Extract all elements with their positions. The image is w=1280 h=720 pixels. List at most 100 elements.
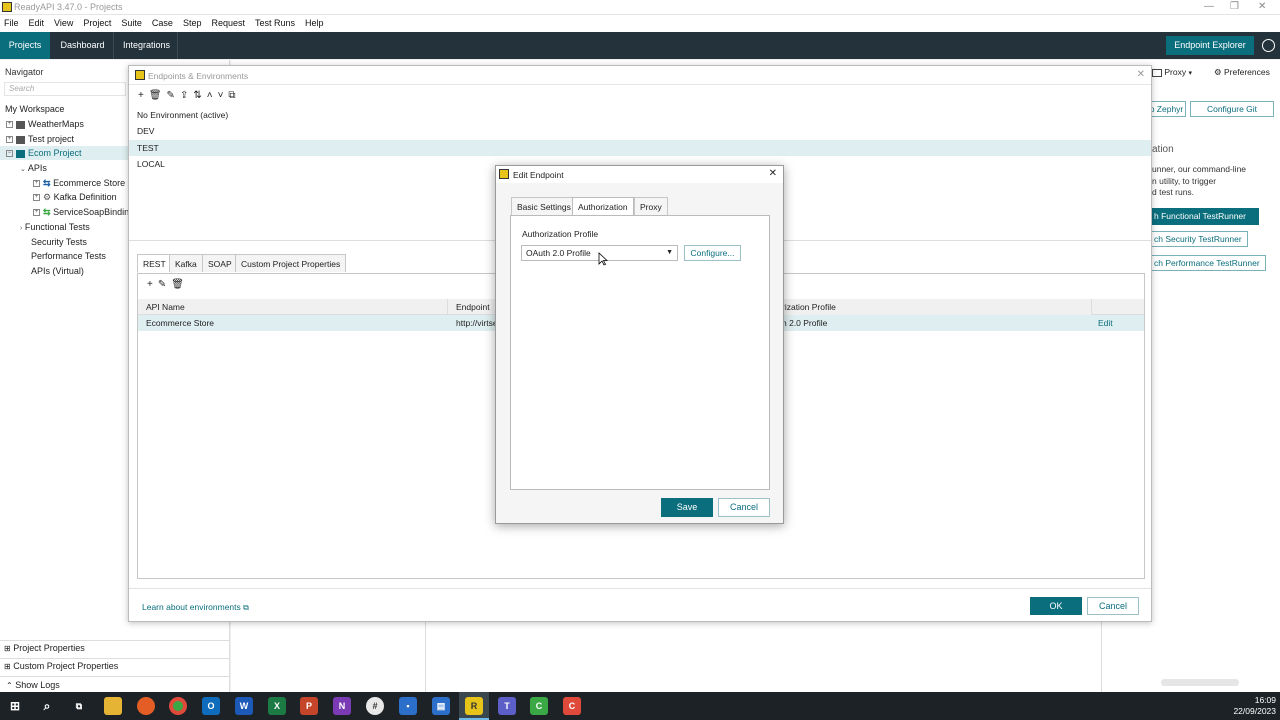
dialog-title: Endpoints & Environments [148, 71, 249, 81]
copy-icon[interactable]: ⧉ [228, 90, 240, 101]
user-account-icon[interactable] [1262, 39, 1275, 52]
expand-icon[interactable]: + [33, 194, 40, 202]
sort-icon[interactable]: ⇅ [193, 90, 206, 101]
app-icon[interactable]: ▤ [432, 697, 450, 715]
column-authorization-profile[interactable]: rization Profile [782, 299, 1092, 315]
navigator-search-input[interactable]: Search [4, 82, 126, 96]
configure-git-button[interactable]: Configure Git [1190, 101, 1274, 117]
menu-view[interactable]: View [49, 15, 78, 32]
tab-custom-project-properties[interactable]: Custom Project Properties [235, 254, 347, 272]
tab-dashboard[interactable]: Dashboard [52, 32, 114, 59]
menu-file[interactable]: File [0, 15, 24, 32]
configure-button[interactable]: Configure... [684, 245, 741, 261]
word-icon[interactable]: W [235, 697, 253, 715]
cancel-button[interactable]: Cancel [718, 498, 770, 517]
teams-icon[interactable]: T [498, 697, 516, 715]
delete-icon[interactable]: 🗑 [149, 90, 167, 101]
tree-api-soap[interactable]: + ⇆ ServiceSoapBindin [33, 205, 129, 219]
close-window-icon[interactable]: ✕ [1258, 1, 1266, 12]
firefox-icon[interactable] [137, 697, 155, 715]
file-explorer-icon[interactable] [104, 697, 122, 715]
dialog-header: Endpoints & Environments ✕ [129, 66, 1151, 85]
menu-project[interactable]: Project [78, 15, 116, 32]
app-icon[interactable]: ▪ [399, 697, 417, 715]
cancel-button[interactable]: Cancel [1087, 597, 1139, 615]
tab-soap[interactable]: SOAP [202, 254, 238, 272]
divider [425, 620, 426, 692]
tab-proxy[interactable]: Proxy [634, 197, 668, 215]
env-row-dev[interactable]: DEV [133, 123, 1151, 139]
menu-help[interactable]: Help [300, 15, 329, 32]
launch-performance-testrunner-button[interactable]: ch Performance TestRunner [1152, 255, 1266, 271]
expand-icon[interactable]: + [6, 121, 13, 129]
tab-authorization[interactable]: Authorization [572, 197, 634, 216]
learn-environments-link[interactable]: Learn about environments ⧉ [142, 602, 249, 613]
env-row-no-environment[interactable]: No Environment (active) [133, 107, 1151, 123]
external-link-icon: ⧉ [243, 603, 249, 612]
onenote-icon[interactable]: N [333, 697, 351, 715]
edit-icon[interactable]: ✎ [158, 279, 171, 290]
menu-suite[interactable]: Suite [116, 15, 147, 32]
column-api-name[interactable]: API Name [138, 299, 448, 315]
connect-zephyr-button[interactable]: o Zephyr [1148, 101, 1186, 117]
tree-apis[interactable]: ⌄ APIs [20, 161, 47, 177]
close-icon[interactable]: ✕ [769, 168, 777, 179]
expand-icon[interactable]: + [33, 180, 40, 188]
outlook-icon[interactable]: O [202, 697, 220, 715]
custom-properties-section[interactable]: ⊞ Custom Project Properties [0, 658, 229, 673]
windows-start-icon[interactable]: ⊞ [6, 697, 24, 715]
app-icon[interactable]: C [563, 697, 581, 715]
edit-link[interactable]: Edit [1090, 315, 1113, 331]
launch-security-testrunner-button[interactable]: ch Security TestRunner [1152, 231, 1248, 247]
tab-integrations[interactable]: Integrations [116, 32, 178, 59]
show-logs-button[interactable]: ⌃ Show Logs [0, 676, 229, 692]
minimize-icon[interactable]: — [1204, 1, 1214, 12]
excel-icon[interactable]: X [268, 697, 286, 715]
restore-icon[interactable]: ❐ [1230, 1, 1239, 12]
tree-api-kafka[interactable]: + ⚙ Kafka Definition [33, 190, 117, 204]
menu-step[interactable]: Step [178, 15, 207, 32]
task-view-icon[interactable]: ⧉ [70, 697, 88, 715]
authorization-profile-label: Authorization Profile [522, 229, 599, 239]
project-properties-section[interactable]: ⊞ Project Properties [0, 640, 229, 655]
close-icon[interactable]: ✕ [1137, 69, 1145, 80]
add-icon[interactable]: + [138, 90, 149, 101]
tree-security-tests[interactable]: Security Tests [31, 235, 87, 249]
workspace-label[interactable]: My Workspace [5, 102, 64, 116]
slack-icon[interactable]: # [366, 697, 384, 715]
upload-icon[interactable]: ⇪ [180, 90, 193, 101]
tab-rest[interactable]: REST [137, 254, 172, 273]
menu-test-runs[interactable]: Test Runs [250, 15, 300, 32]
tab-projects[interactable]: Projects [0, 32, 50, 59]
delete-icon[interactable]: 🗑 [171, 279, 189, 290]
move-down-icon[interactable]: ˅ [218, 90, 229, 101]
chrome-icon[interactable] [169, 697, 187, 715]
proxy-dropdown[interactable]: Proxy ▾ [1152, 64, 1192, 80]
app-icon[interactable]: C [530, 697, 548, 715]
save-button[interactable]: Save [661, 498, 713, 517]
menu-request[interactable]: Request [206, 15, 250, 32]
menu-edit[interactable]: Edit [24, 15, 50, 32]
expand-icon[interactable]: + [6, 136, 13, 144]
tree-apis-virtual[interactable]: APIs (Virtual) [31, 264, 84, 278]
expand-icon[interactable]: + [33, 209, 40, 217]
tree-performance-tests[interactable]: Performance Tests [31, 249, 106, 263]
add-icon[interactable]: + [147, 279, 158, 290]
tab-kafka[interactable]: Kafka [169, 254, 203, 272]
preferences-button[interactable]: ⚙ Preferences [1214, 64, 1270, 80]
ok-button[interactable]: OK [1030, 597, 1082, 615]
search-icon[interactable]: ⌕ [38, 697, 56, 715]
edit-icon[interactable]: ✎ [167, 90, 180, 101]
tab-basic-settings[interactable]: Basic Settings [511, 197, 577, 215]
menu-case[interactable]: Case [147, 15, 178, 32]
tree-functional-tests[interactable]: › Functional Tests [20, 220, 90, 236]
move-up-icon[interactable]: ˄ [207, 90, 218, 101]
env-row-test[interactable]: TEST [129, 140, 1151, 156]
powerpoint-icon[interactable]: P [300, 697, 318, 715]
navigator-title: Navigator [5, 67, 44, 77]
system-clock[interactable]: 16:09 22/09/2023 [1228, 695, 1276, 717]
endpoint-explorer-button[interactable]: Endpoint Explorer [1166, 36, 1254, 55]
launch-functional-testrunner-button[interactable]: h Functional TestRunner [1152, 208, 1259, 225]
collapse-icon[interactable]: − [6, 150, 13, 158]
tree-api-ecommerce[interactable]: + ⇆ Ecommerce Store [33, 176, 125, 190]
